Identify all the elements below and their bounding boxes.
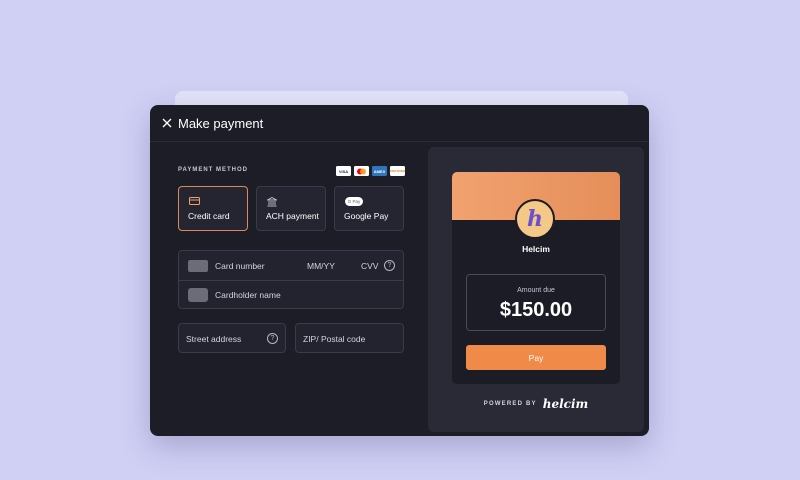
method-label: Credit card	[188, 211, 230, 221]
zip-code-input[interactable]: ZIP/ Postal code	[295, 323, 404, 353]
amount-due-value: $150.00	[499, 299, 573, 321]
payment-summary-card: h Helcim Amount due $150.00 Pay	[452, 172, 620, 384]
expiry-field[interactable]: MM/YY	[307, 261, 335, 271]
amount-due-label: Amount due	[517, 287, 555, 294]
card-thumbnail-icon	[188, 260, 208, 272]
summary-panel: h Helcim Amount due $150.00 Pay POWERED …	[428, 147, 644, 432]
method-ach-payment[interactable]: ACH payment	[256, 186, 326, 231]
modal-header: Make payment	[150, 105, 649, 142]
close-icon[interactable]	[162, 118, 172, 128]
pay-button[interactable]: Pay	[466, 345, 606, 370]
credit-card-icon	[189, 197, 200, 205]
card-details-group: Card number MM/YY CVV ? Cardholder name	[178, 250, 404, 309]
amount-due-box: Amount due $150.00	[466, 274, 606, 331]
powered-by-label: POWERED BY	[483, 401, 537, 407]
cardholder-name-field[interactable]: Cardholder name	[215, 290, 281, 300]
zip-code-placeholder: ZIP/ Postal code	[303, 334, 366, 344]
powered-by: POWERED BY helcim	[428, 397, 644, 411]
street-address-input[interactable]: Street address ?	[178, 323, 286, 353]
method-google-pay[interactable]: G Pay Google Pay	[334, 186, 404, 231]
card-number-field[interactable]: Card number	[215, 261, 265, 271]
payment-method-label: PAYMENT METHOD	[178, 167, 249, 173]
mastercard-logo	[354, 166, 369, 176]
google-pay-icon: G Pay	[345, 197, 363, 206]
field-divider	[179, 280, 403, 281]
visa-logo: VISA	[336, 166, 351, 176]
powered-by-brand: helcim	[542, 397, 589, 411]
cvv-field[interactable]: CVV	[361, 261, 378, 271]
cvv-help-icon[interactable]: ?	[384, 260, 395, 271]
method-label: ACH payment	[266, 211, 319, 221]
accepted-cards: VISA AMEX DISCOVER	[336, 166, 405, 176]
brand-logo-icon: h	[515, 199, 555, 239]
amex-logo: AMEX	[372, 166, 387, 176]
address-help-icon[interactable]: ?	[267, 333, 278, 344]
modal-title: Make payment	[178, 116, 264, 131]
brand-name: Helcim	[522, 244, 550, 254]
street-address-placeholder: Street address	[186, 334, 242, 344]
bank-icon	[267, 197, 277, 207]
method-credit-card[interactable]: Credit card	[178, 186, 248, 231]
cardholder-avatar-icon	[188, 288, 208, 302]
discover-logo: DISCOVER	[390, 166, 405, 176]
payment-modal: Make payment PAYMENT METHOD VISA AMEX DI…	[150, 105, 649, 436]
method-label: Google Pay	[344, 211, 389, 221]
